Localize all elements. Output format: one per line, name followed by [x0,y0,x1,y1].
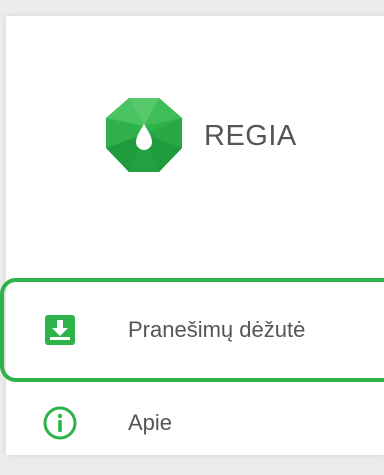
nav-item-inbox[interactable]: Pranešimų dėžutė [6,278,384,382]
regia-logo-icon [106,98,182,172]
info-icon [42,405,78,441]
nav-item-label: Apie [128,410,173,435]
navigation-drawer: REGIA Pranešimų dėžutė Apie [0,16,384,455]
inbox-download-icon [42,312,78,348]
brand-header: REGIA [102,96,297,176]
brand-name: REGIA [204,119,297,152]
nav-item-label: Pranešimų dėžutė [128,317,306,342]
nav-item-about[interactable]: Apie [6,371,384,475]
